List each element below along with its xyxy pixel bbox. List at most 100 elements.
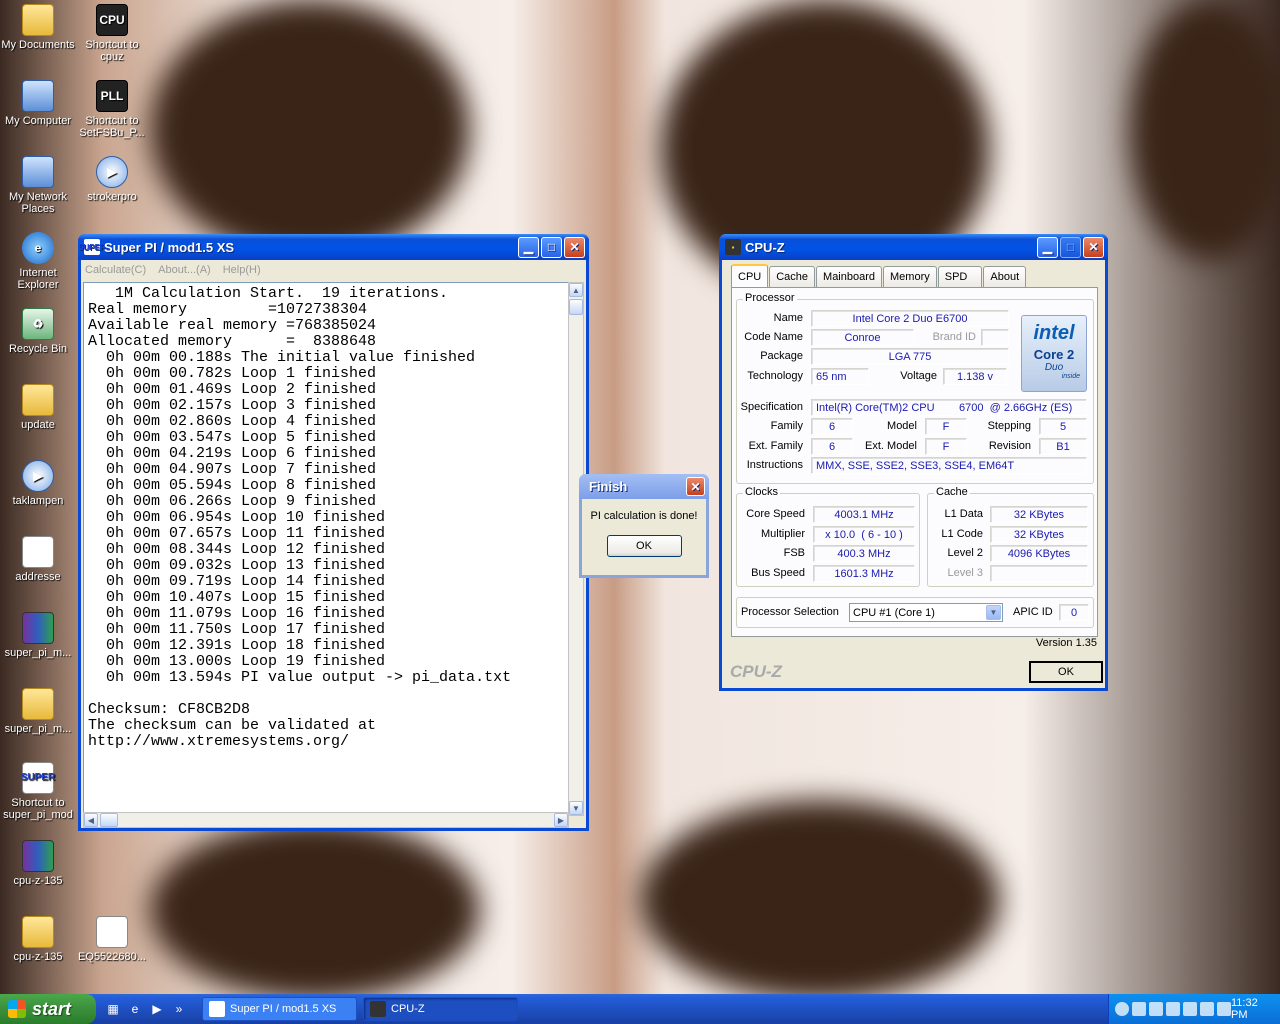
desktop-icon-taklampen[interactable]: ▶ taklampen xyxy=(0,460,76,507)
minimize-button[interactable]: ▁ xyxy=(518,236,539,258)
desktop-icon-network-places[interactable]: My Network Places xyxy=(0,156,76,215)
menu-about[interactable]: About...(A) xyxy=(158,264,211,276)
tray-app-icon[interactable] xyxy=(1200,1002,1214,1016)
security-shield-icon[interactable] xyxy=(1132,1002,1146,1016)
processor-selection-label: Processor Selection xyxy=(741,606,839,618)
calculation-log[interactable]: 1M Calculation Start. 19 iterations. Real… xyxy=(83,282,572,816)
maximize-button: □ xyxy=(1060,236,1081,258)
desktop-icon-cpuz-folder[interactable]: cpu-z-135 xyxy=(0,916,76,963)
processor-selection-dropdown[interactable]: CPU #1 (Core 1) ▼ xyxy=(849,603,1003,622)
finish-titlebar[interactable]: Finish ✕ xyxy=(579,474,709,499)
scroll-down-icon[interactable]: ▼ xyxy=(569,801,583,815)
log-line: 0h 00m 04.219s Loop 6 finished xyxy=(88,445,377,462)
level-3-label: Level 3 xyxy=(947,567,983,579)
apic-id-value: 0 xyxy=(1059,604,1089,621)
package-label: Package xyxy=(760,350,803,362)
scroll-right-icon[interactable]: ▶ xyxy=(554,813,568,827)
window-title: CPU-Z xyxy=(745,239,785,255)
folder-icon xyxy=(22,4,54,36)
desktop-icon-internet-explorer[interactable]: e Internet Explorer xyxy=(0,232,76,291)
intel-core2-duo-logo: intel Core 2 Duo inside xyxy=(1021,315,1087,392)
scroll-thumb[interactable] xyxy=(100,813,118,827)
core-speed-label: Core Speed xyxy=(746,508,805,520)
horizontal-scrollbar[interactable]: ◀ ▶ xyxy=(83,812,569,828)
close-button[interactable]: ✕ xyxy=(564,236,585,258)
tray-app-icon[interactable] xyxy=(1183,1002,1197,1016)
media-player-icon[interactable]: ▶ xyxy=(148,1000,166,1018)
archive-icon xyxy=(22,840,54,872)
bus-speed-value: 1601.3 MHz xyxy=(813,565,915,582)
network-icon[interactable] xyxy=(1149,1002,1163,1016)
tab-spd[interactable]: SPD xyxy=(937,266,983,287)
ext-family-value: 6 xyxy=(811,438,853,455)
ext-model-label: Ext. Model xyxy=(865,440,917,452)
window-title: Super PI / mod1.5 XS xyxy=(104,239,235,255)
tab-mainboard[interactable]: Mainboard xyxy=(816,266,883,287)
maximize-button[interactable]: □ xyxy=(541,236,562,258)
model-label: Model xyxy=(887,420,917,432)
desktop-icon-recycle-bin[interactable]: ♻ Recycle Bin xyxy=(0,308,76,355)
tab-about[interactable]: About xyxy=(983,266,1027,287)
ok-button[interactable]: OK xyxy=(1029,661,1103,683)
desktop-icon-my-documents[interactable]: My Documents xyxy=(0,4,76,51)
desktop-icon-cpuz-archive[interactable]: cpu-z-135 xyxy=(0,840,76,887)
media-icon: ▶ xyxy=(96,156,128,188)
desktop-icon-superpi-shortcut[interactable]: SUPER Shortcut to super_pi_mod xyxy=(0,762,76,821)
desktop-icon-eq-document[interactable]: EQ5522680... xyxy=(74,916,150,963)
media-icon: ▶ xyxy=(22,460,54,492)
desktop-icon-strokerpro[interactable]: ▶ strokerpro xyxy=(74,156,150,203)
desktop-icon-cpuz-shortcut[interactable]: CPU Shortcut to cpuz xyxy=(74,4,150,63)
intel-logo-text: intel xyxy=(1033,322,1075,344)
chevron-down-icon[interactable]: ▼ xyxy=(986,605,1001,620)
log-line: Allocated memory = 8388648 xyxy=(88,333,377,350)
desktop-icon-addresse[interactable]: addresse xyxy=(0,536,76,583)
desktop-icon-superpi-archive[interactable]: super_pi_m... xyxy=(0,612,76,659)
taskbar-item-cpuz[interactable]: CPU-Z xyxy=(363,997,518,1021)
clock: 11:32 PM xyxy=(1231,997,1258,1021)
desktop-icon-my-computer[interactable]: My Computer xyxy=(0,80,76,127)
cpuz-titlebar[interactable]: ▪ CPU-Z ▁ □ ✕ xyxy=(719,234,1108,260)
pll-icon: PLL xyxy=(96,80,128,112)
log-line: 0h 00m 03.547s Loop 5 finished xyxy=(88,429,377,446)
desktop-icon-label: update xyxy=(21,419,55,431)
internet-explorer-icon[interactable]: e xyxy=(126,1000,144,1018)
tab-cache[interactable]: Cache xyxy=(769,266,816,287)
folder-icon xyxy=(22,916,54,948)
desktop-icon-label: My Network Places xyxy=(8,191,68,215)
tray-app-icon[interactable] xyxy=(1217,1002,1231,1016)
show-desktop-icon[interactable]: ▦ xyxy=(104,1000,122,1018)
wallpaper-shape xyxy=(150,0,470,260)
apic-id-label: APIC ID xyxy=(1013,606,1053,618)
name-value: Intel Core 2 Duo E6700 xyxy=(811,310,1009,327)
ok-button[interactable]: OK xyxy=(606,535,682,557)
folder-icon xyxy=(22,688,54,720)
tab-cpu[interactable]: CPU xyxy=(731,264,769,287)
l1-code-label: L1 Code xyxy=(941,528,983,540)
superpi-icon xyxy=(209,1001,225,1017)
desktop-icon-update[interactable]: update xyxy=(0,384,76,431)
scroll-thumb[interactable] xyxy=(569,299,583,315)
superpi-titlebar[interactable]: SUPER Super PI / mod1.5 XS ▁ □ ✕ xyxy=(78,234,589,260)
menu-calculate[interactable]: Calculate(C) xyxy=(85,264,146,276)
start-button[interactable]: start xyxy=(0,994,96,1024)
specification-value: Intel(R) Core(TM)2 CPU 6700 @ 2.66GHz (E… xyxy=(811,399,1087,416)
menu-help[interactable]: Help(H) xyxy=(223,264,261,276)
desktop-icon-setfsb-shortcut[interactable]: PLL Shortcut to SetFSBu_P... xyxy=(74,80,150,139)
volume-icon[interactable] xyxy=(1166,1002,1180,1016)
computer-icon xyxy=(22,80,54,112)
minimize-button[interactable]: ▁ xyxy=(1037,236,1058,258)
close-button[interactable]: ✕ xyxy=(686,477,705,496)
brandid-value xyxy=(981,329,1009,346)
chevron-right-icon[interactable]: » xyxy=(170,1000,188,1018)
scroll-up-icon[interactable]: ▲ xyxy=(569,283,583,297)
desktop-icon-superpi-folder[interactable]: super_pi_m... xyxy=(0,688,76,735)
close-button[interactable]: ✕ xyxy=(1083,236,1104,258)
scroll-left-icon[interactable]: ◀ xyxy=(84,813,98,827)
tab-memory[interactable]: Memory xyxy=(883,266,937,287)
tray-expand-icon[interactable] xyxy=(1115,1002,1129,1016)
desktop-icon-label: My Computer xyxy=(4,115,72,127)
processor-selection-value: CPU #1 (Core 1) xyxy=(853,606,935,619)
superpi-icon: SUPER xyxy=(21,762,55,794)
taskbar-item-superpi[interactable]: Super PI / mod1.5 XS xyxy=(202,997,357,1021)
desktop-icon-label: cpu-z-135 xyxy=(13,951,63,963)
